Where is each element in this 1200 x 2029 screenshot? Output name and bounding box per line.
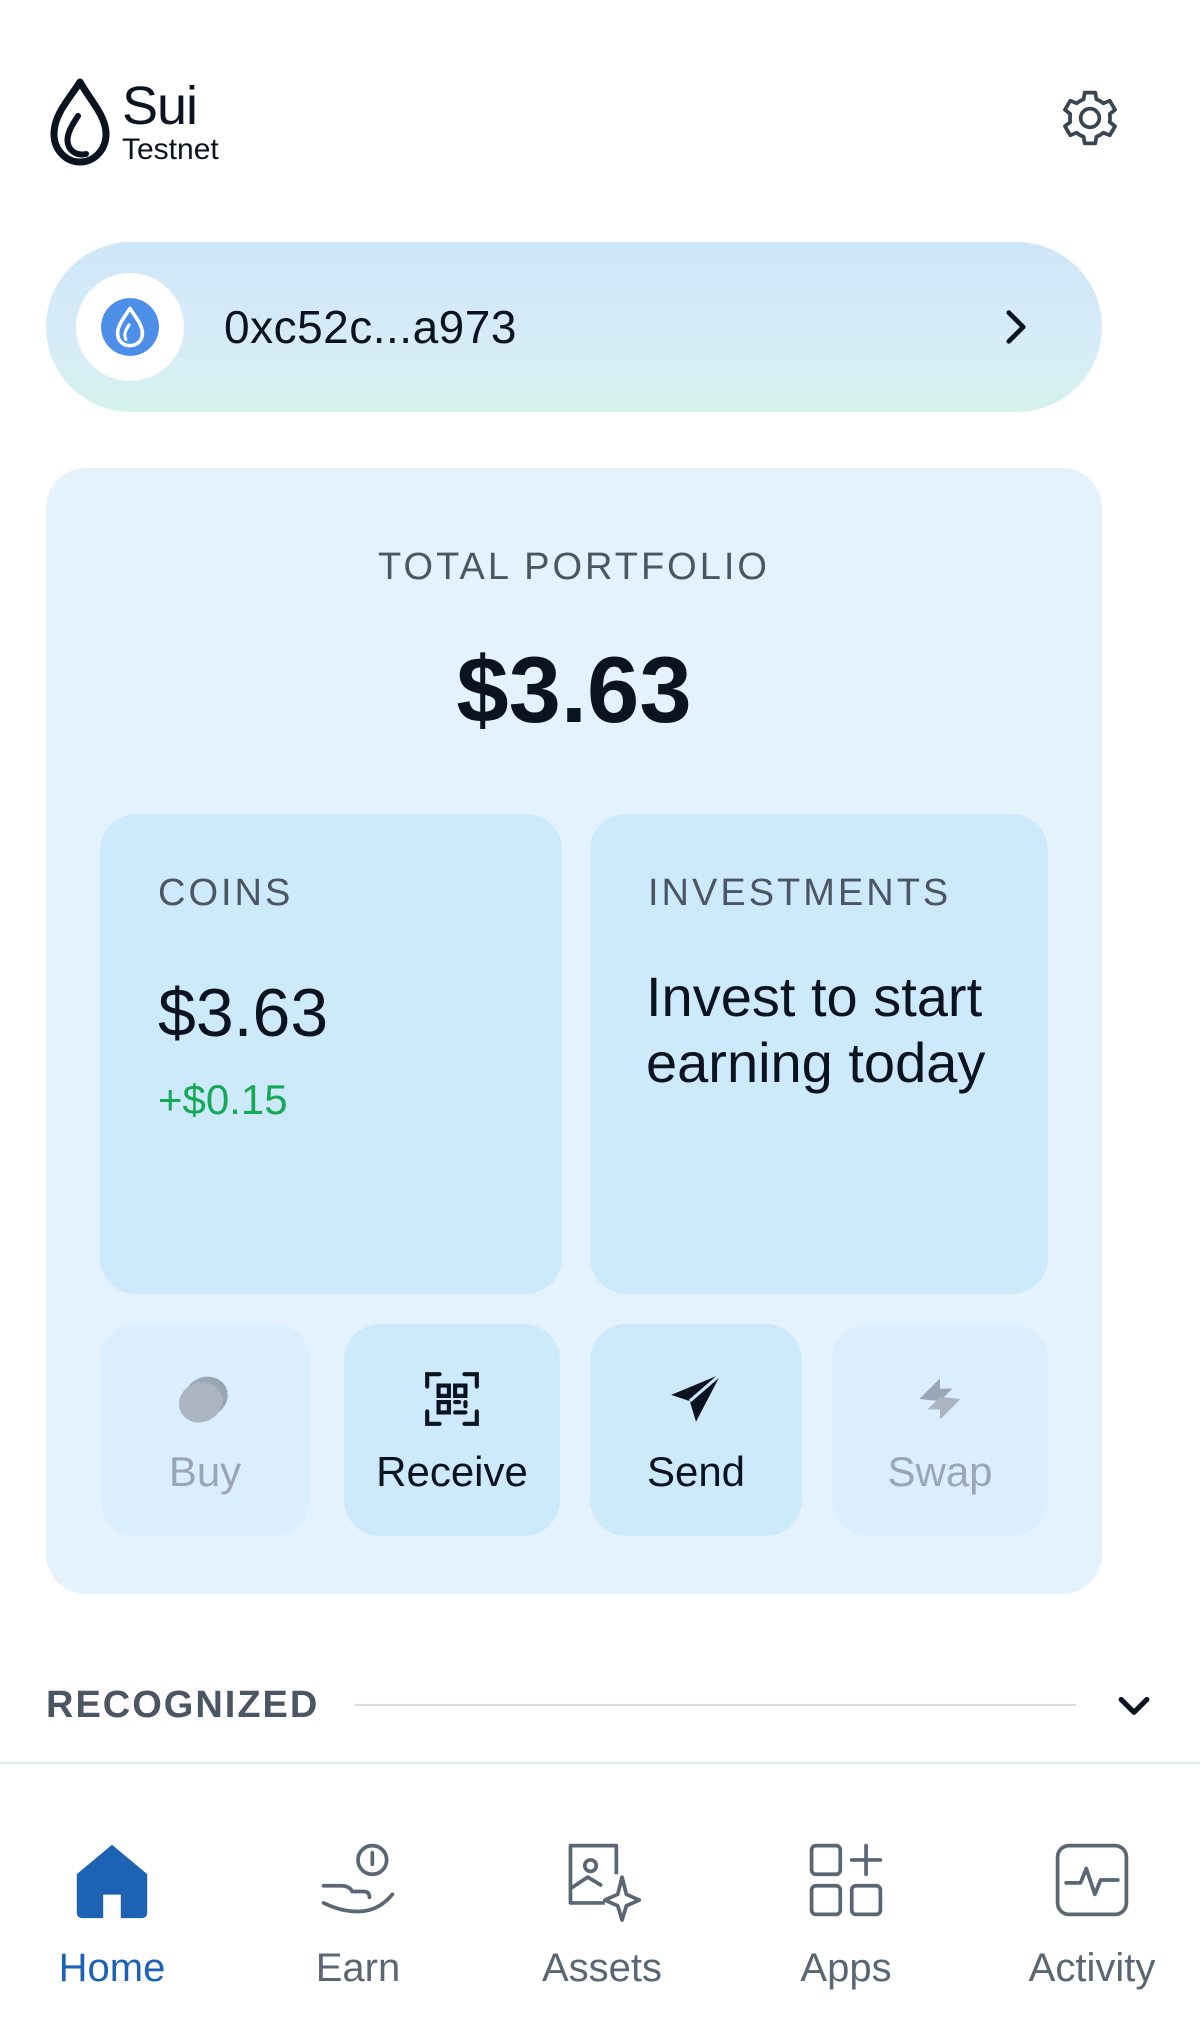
- recognized-section-toggle[interactable]: RECOGNIZED: [46, 1670, 1156, 1740]
- coin-icon: [170, 1364, 240, 1434]
- gear-icon: [1063, 90, 1117, 146]
- investments-label: INVESTMENTS: [648, 872, 952, 914]
- account-selector[interactable]: 0xc52c...a973: [46, 242, 1102, 412]
- chevron-down-icon: [1118, 1696, 1150, 1715]
- investments-text: Invest to start earning today: [646, 965, 986, 1094]
- swap-icon: [905, 1364, 975, 1434]
- coins-label: COINS: [158, 872, 294, 914]
- account-address: 0xc52c...a973: [224, 301, 517, 353]
- send-label: Send: [646, 1448, 746, 1495]
- recognized-label: RECOGNIZED: [46, 1683, 320, 1726]
- sui-account-icon: [101, 298, 159, 356]
- settings-button[interactable]: [1056, 84, 1124, 152]
- coins-card[interactable]: COINS $3.63 +$0.15: [100, 814, 562, 1294]
- activity-icon: [1044, 1832, 1140, 1928]
- sui-logo: Sui Testnet: [44, 72, 254, 172]
- send-icon: [661, 1364, 731, 1434]
- network-label: Testnet: [122, 133, 219, 166]
- nav-assets[interactable]: Assets: [502, 1832, 702, 1991]
- earn-icon: [310, 1832, 406, 1928]
- section-divider: [355, 1704, 1076, 1706]
- send-button[interactable]: Send: [590, 1324, 802, 1536]
- chevron-right-icon: [1006, 310, 1026, 344]
- logo-name: Sui: [122, 76, 198, 136]
- receive-label: Receive: [376, 1448, 528, 1495]
- portfolio-label: TOTAL PORTFOLIO: [378, 546, 770, 588]
- header: Sui Testnet: [0, 0, 1200, 230]
- nav-apps[interactable]: Apps: [746, 1832, 946, 1991]
- nav-apps-label: Apps: [800, 1946, 892, 1990]
- nav-home-label: Home: [58, 1946, 166, 1990]
- buy-label: Buy: [168, 1448, 242, 1495]
- nav-earn[interactable]: Earn: [258, 1832, 458, 1991]
- buy-button[interactable]: Buy: [100, 1324, 310, 1536]
- sui-drop-icon: [50, 78, 110, 166]
- portfolio-card: TOTAL PORTFOLIO $3.63 COINS $3.63 +$0.15…: [46, 468, 1102, 1594]
- home-icon: [64, 1832, 160, 1928]
- portfolio-total: $3.63: [456, 637, 692, 742]
- qr-code-icon: [417, 1364, 487, 1434]
- assets-icon: [554, 1832, 650, 1928]
- bottom-nav: Home Earn Assets Apps Activity: [0, 1764, 1200, 2029]
- nav-activity-label: Activity: [1028, 1946, 1156, 1990]
- investments-card[interactable]: INVESTMENTS Invest to start earning toda…: [590, 814, 1048, 1294]
- swap-button[interactable]: Swap: [832, 1324, 1048, 1536]
- nav-home[interactable]: Home: [12, 1832, 212, 1991]
- nav-activity[interactable]: Activity: [992, 1832, 1192, 1991]
- coins-change: +$0.15: [158, 1076, 288, 1123]
- nav-earn-label: Earn: [315, 1946, 401, 1990]
- nav-assets-label: Assets: [541, 1946, 663, 1990]
- receive-button[interactable]: Receive: [344, 1324, 560, 1536]
- coins-value: $3.63: [158, 975, 329, 1051]
- account-avatar: [76, 273, 184, 381]
- swap-label: Swap: [887, 1448, 993, 1495]
- apps-icon: [798, 1832, 894, 1928]
